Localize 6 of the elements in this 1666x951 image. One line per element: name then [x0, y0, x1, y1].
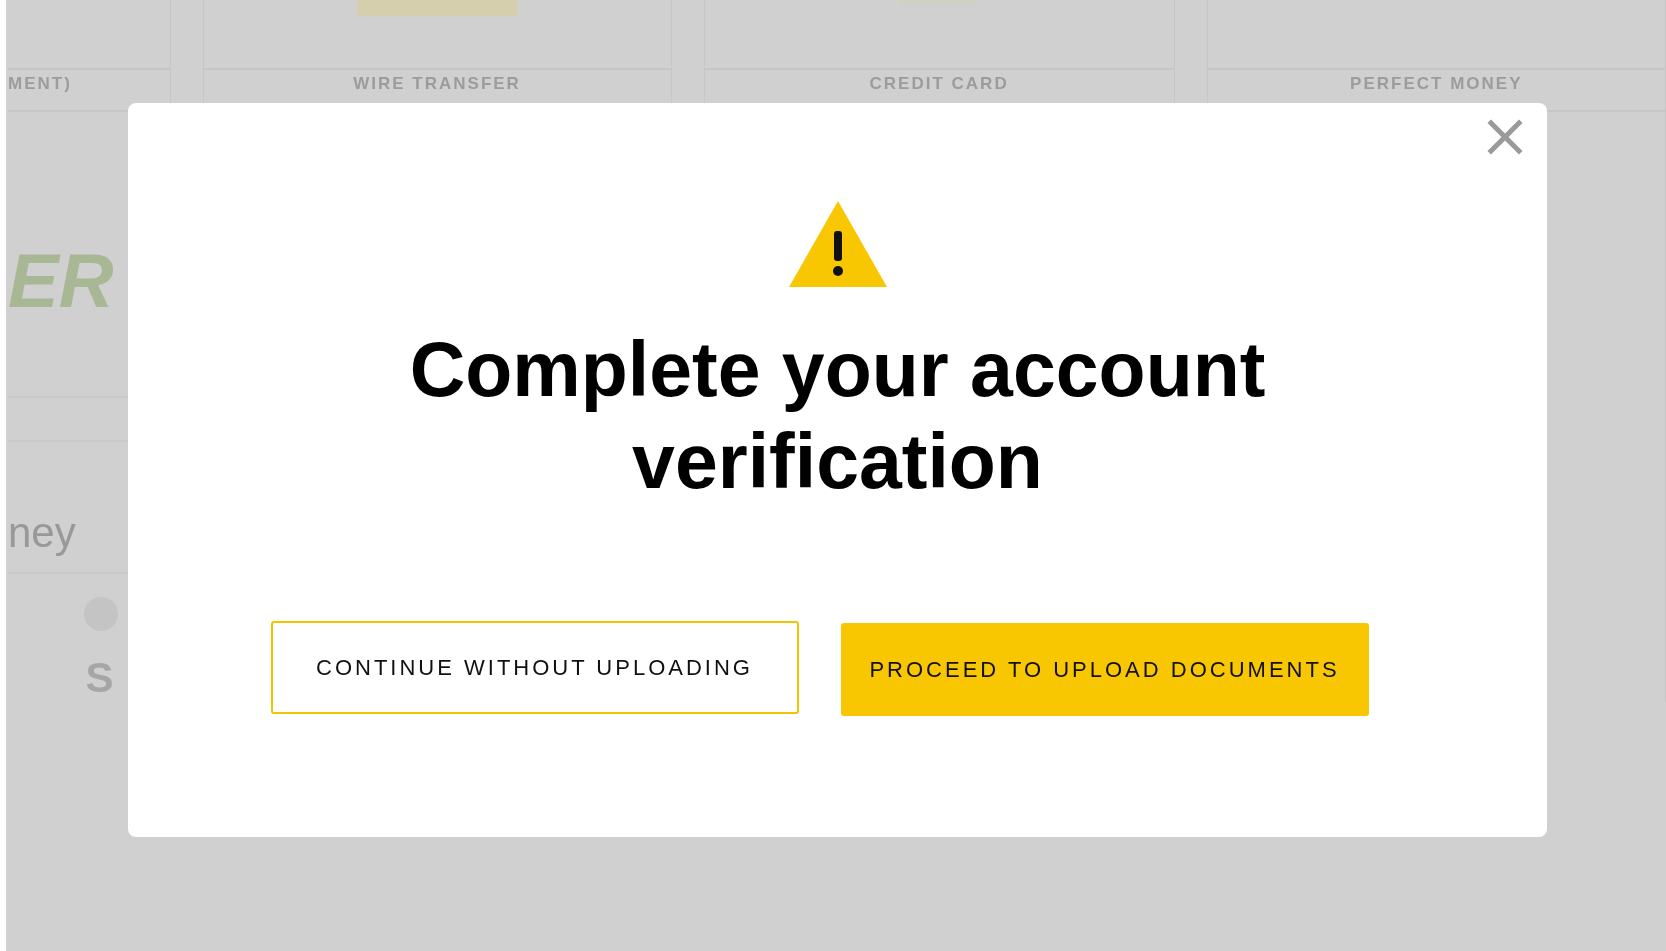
warning-icon [788, 201, 887, 287]
brand-logo: ER [8, 238, 115, 324]
dialog-title: Complete your account verification [408, 325, 1267, 506]
close-icon[interactable] [1487, 119, 1523, 155]
upload-button[interactable]: PROCEED TO UPLOAD DOCUMENTS [840, 623, 1369, 716]
continue-button[interactable]: CONTINUE WITHOUT UPLOADING [270, 621, 799, 714]
